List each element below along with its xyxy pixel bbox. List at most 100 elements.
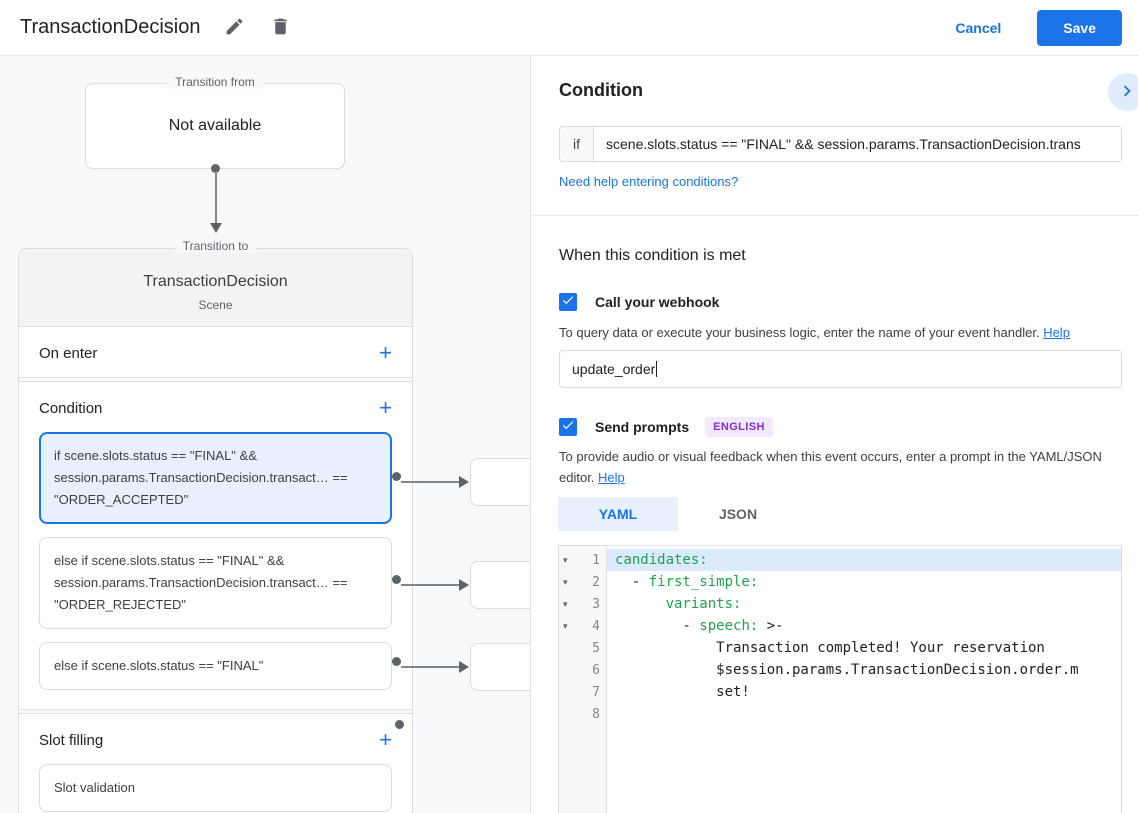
condition-label: Condition: [39, 399, 103, 417]
transition-target-box[interactable]: [470, 561, 530, 609]
webhook-name-value: update_order: [572, 361, 656, 377]
connector-dot: [392, 472, 401, 481]
line-number: 7: [592, 684, 600, 700]
webhook-description: To query data or execute your business l…: [559, 325, 1070, 340]
add-on-enter-button[interactable]: +: [379, 342, 392, 364]
code-line[interactable]: set!: [607, 681, 1121, 703]
prompts-label: Send prompts: [595, 419, 690, 435]
scene-card-header[interactable]: TransactionDecision Scene: [19, 249, 412, 327]
connector-dot: [395, 720, 404, 729]
cancel-button[interactable]: Cancel: [955, 20, 1001, 36]
connector-line: [401, 666, 459, 668]
code-token: Transaction completed! Your reservation: [615, 640, 1045, 656]
delete-button[interactable]: [268, 16, 292, 40]
line-number: 6: [592, 662, 600, 678]
condition-section: Condition + if scene.slots.status == "FI…: [19, 382, 412, 729]
add-slot-button[interactable]: +: [379, 729, 392, 751]
fold-arrow-icon[interactable]: ▾: [563, 577, 578, 588]
code-token: -: [615, 574, 649, 590]
code-line[interactable]: - speech: >-: [607, 615, 1121, 637]
transition-from-legend: Transition from: [167, 75, 263, 89]
line-number: 4: [592, 618, 600, 634]
slot-validation-item[interactable]: Slot validation: [39, 764, 392, 812]
code-line[interactable]: variants:: [607, 593, 1121, 615]
editor-code: candidates: - first_simple: variants: - …: [607, 546, 1121, 813]
webhook-help-link[interactable]: Help: [1043, 325, 1070, 340]
webhook-checkbox[interactable]: [559, 293, 577, 311]
edit-button[interactable]: [222, 16, 246, 40]
yaml-editor[interactable]: ▾ 1 ▾ 2 ▾ 3 ▾ 4 5 6 7 8 candidates: - first_simple:…: [558, 545, 1122, 813]
on-enter-section: On enter +: [19, 327, 412, 377]
scene-canvas: Transition from Not available Transition…: [0, 56, 531, 813]
trash-icon: [270, 16, 291, 40]
tab-yaml[interactable]: YAML: [558, 497, 678, 531]
condition-item[interactable]: else if scene.slots.status == "FINAL" &&…: [39, 537, 392, 629]
save-button[interactable]: Save: [1037, 9, 1122, 46]
fold-arrow-icon[interactable]: ▾: [563, 621, 578, 632]
connector-arrow-icon: [459, 661, 469, 673]
conditions-help-link[interactable]: Need help entering conditions?: [559, 174, 738, 189]
connector-dot: [392, 575, 401, 584]
transition-from-box[interactable]: Transition from Not available: [85, 75, 345, 169]
condition-expression-input[interactable]: [593, 126, 1122, 162]
editor-tabs: YAML JSON: [558, 497, 798, 531]
condition-item[interactable]: else if scene.slots.status == "FINAL": [39, 642, 392, 690]
code-token: -: [615, 618, 700, 634]
scene-card: TransactionDecision Scene On enter + Con…: [18, 248, 413, 813]
add-condition-button[interactable]: +: [379, 397, 392, 419]
check-icon: [561, 418, 575, 437]
topbar: TransactionDecision Cancel Save: [0, 0, 1138, 56]
code-line[interactable]: [607, 703, 1121, 725]
slot-filling-section: Slot filling + Slot validation: [19, 714, 412, 812]
code-token: variants:: [665, 596, 742, 612]
fold-arrow-icon[interactable]: ▾: [563, 555, 578, 566]
on-enter-label: On enter: [39, 344, 98, 362]
panel-divider: [532, 215, 1138, 216]
prompts-checkbox[interactable]: [559, 418, 577, 436]
transition-to-legend: Transition to: [174, 239, 257, 253]
line-number: 1: [592, 552, 600, 568]
code-line[interactable]: candidates:: [607, 549, 1121, 571]
tab-json[interactable]: JSON: [678, 497, 798, 531]
if-prefix: if: [559, 126, 593, 162]
chevron-right-icon: [1116, 80, 1138, 105]
transition-arrow-line: [215, 171, 217, 224]
condition-expression-row: if: [559, 126, 1122, 162]
when-met-heading: When this condition is met: [559, 247, 746, 264]
scene-name: TransactionDecision: [143, 273, 288, 290]
connector-line: [401, 481, 459, 483]
condition-editor-panel: Condition if Need help entering conditio…: [532, 56, 1138, 813]
code-line[interactable]: Transaction completed! Your reservation: [607, 637, 1121, 659]
code-token: $session.params.TransactionDecision.orde…: [615, 662, 1079, 678]
line-number: 8: [592, 706, 600, 722]
transition-to-card: Transition to TransactionDecision Scene …: [18, 239, 413, 813]
connector-line: [401, 584, 459, 586]
code-line[interactable]: - first_simple:: [607, 571, 1121, 593]
fold-arrow-icon[interactable]: ▾: [563, 599, 578, 610]
pencil-icon: [224, 16, 245, 40]
webhook-name-input[interactable]: update_order: [559, 350, 1122, 388]
code-token: speech:: [699, 618, 759, 634]
code-token: first_simple:: [648, 574, 759, 590]
page-title: TransactionDecision: [20, 16, 201, 38]
transition-target-box[interactable]: [470, 458, 530, 506]
line-number: 3: [592, 596, 600, 612]
collapse-panel-button[interactable]: [1108, 73, 1138, 111]
prompts-help-link[interactable]: Help: [598, 470, 625, 485]
language-badge: ENGLISH: [705, 417, 773, 437]
code-token: >-: [758, 618, 784, 634]
prompts-description: To provide audio or visual feedback when…: [559, 449, 1102, 485]
panel-heading: Condition: [559, 80, 643, 100]
webhook-checkbox-row: Call your webhook: [559, 293, 719, 311]
code-line[interactable]: $session.params.TransactionDecision.orde…: [607, 659, 1121, 681]
code-token: set!: [615, 684, 750, 700]
connector-dot: [392, 657, 401, 666]
transition-arrow-head-icon: [210, 223, 222, 233]
connector-arrow-icon: [459, 579, 469, 591]
code-token: candidates:: [615, 552, 708, 568]
transition-from-content: Not available: [168, 117, 262, 134]
condition-item-selected[interactable]: if scene.slots.status == "FINAL" && sess…: [39, 432, 392, 524]
transition-target-box[interactable]: [470, 643, 530, 691]
scene-type-label: Scene: [198, 298, 233, 312]
